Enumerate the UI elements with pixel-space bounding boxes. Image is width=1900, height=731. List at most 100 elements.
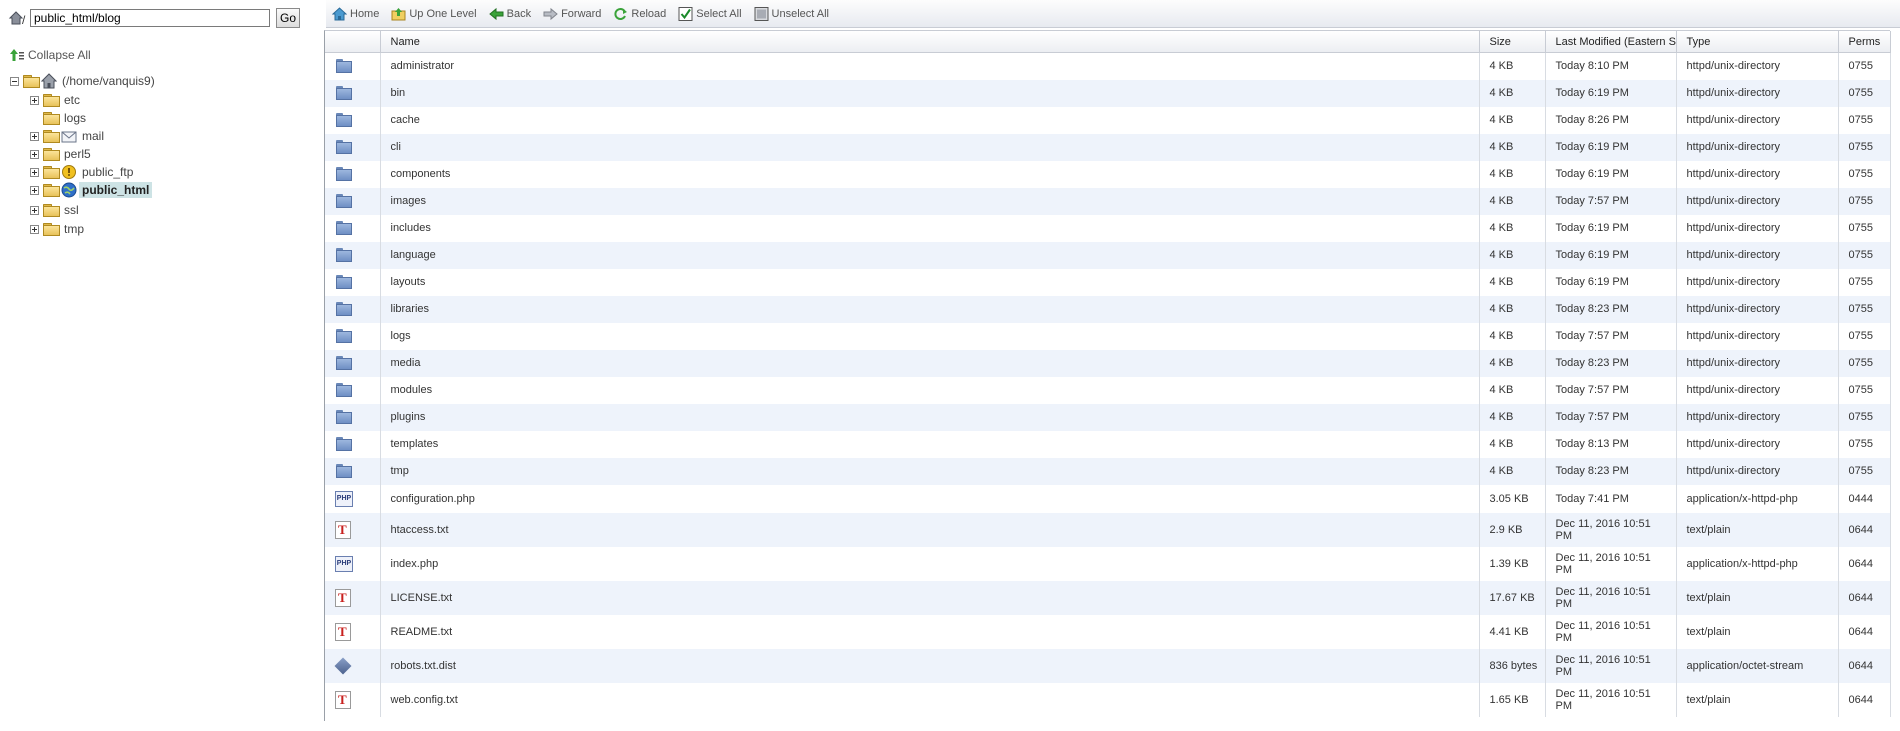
file-name[interactable]: README.txt bbox=[380, 614, 1480, 649]
file-perms[interactable]: 0755 bbox=[1838, 403, 1891, 431]
row-icon-cell[interactable]: PHP bbox=[325, 484, 381, 513]
table-row[interactable]: PHP index.php 1.39 KB Dec 11, 2016 10:51 PM… bbox=[325, 546, 1891, 581]
tree-item-perl5[interactable]: perl5 bbox=[30, 145, 94, 163]
file-name[interactable]: language bbox=[380, 241, 1480, 269]
column-header-name[interactable]: Name bbox=[380, 31, 1480, 53]
table-row[interactable]: cache 4 KB Today 8:26 PM httpd/unix-directo… bbox=[325, 106, 1891, 134]
table-row[interactable]: cli 4 KB Today 6:19 PM httpd/unix-directory… bbox=[325, 133, 1891, 161]
table-row[interactable]: includes 4 KB Today 6:19 PM httpd/unix-dire… bbox=[325, 214, 1891, 242]
unselect-all-button[interactable]: Unselect All bbox=[754, 6, 829, 21]
tree-item-public-ftp[interactable]: public_ftp bbox=[30, 163, 136, 181]
tree-root-label[interactable]: (/home/vanquis9) bbox=[59, 73, 158, 89]
column-header-size[interactable]: Size bbox=[1479, 31, 1546, 53]
row-icon-cell[interactable] bbox=[325, 241, 381, 269]
table-row[interactable]: LICENSE.txt17.67 KBDec 11, 2016 10:51 PM… bbox=[325, 580, 1891, 615]
row-icon-cell[interactable] bbox=[325, 682, 381, 717]
file-perms[interactable]: 0644 bbox=[1838, 580, 1891, 615]
file-name[interactable]: configuration.php bbox=[380, 484, 1480, 513]
home-button[interactable]: Home bbox=[331, 6, 379, 21]
tree-item-label[interactable]: tmp bbox=[61, 221, 87, 237]
file-name[interactable]: web.config.txt bbox=[380, 682, 1480, 717]
row-icon-cell[interactable] bbox=[325, 349, 381, 377]
file-name[interactable]: templates bbox=[380, 430, 1480, 458]
table-row[interactable]: language 4 KB Today 6:19 PM httpd/unix-dire… bbox=[325, 241, 1891, 269]
file-perms[interactable]: 0755 bbox=[1838, 241, 1891, 269]
table-row[interactable]: robots.txt.dist 836 bytes Dec 11, 2016 10:… bbox=[325, 648, 1891, 683]
row-icon-cell[interactable] bbox=[325, 457, 381, 485]
tree-item-label[interactable]: etc bbox=[61, 92, 83, 108]
tree-item-public-html[interactable]: public_html bbox=[30, 181, 153, 199]
expand-toggle[interactable] bbox=[30, 224, 39, 234]
tree-item-label[interactable]: public_html bbox=[79, 182, 153, 198]
row-icon-cell[interactable] bbox=[325, 106, 381, 134]
row-icon-cell[interactable] bbox=[325, 52, 381, 80]
tree-root[interactable]: (/home/vanquis9) bbox=[10, 72, 158, 90]
tree-item-label[interactable]: logs bbox=[61, 110, 89, 126]
table-row[interactable]: bin 4 KB Today 6:19 PM httpd/unix-directory… bbox=[325, 79, 1891, 107]
tree-item-ssl[interactable]: ssl bbox=[30, 201, 82, 219]
file-perms[interactable]: 0644 bbox=[1838, 682, 1891, 717]
table-row[interactable]: templates 4 KB Today 8:13 PM httpd/unix-dir… bbox=[325, 430, 1891, 458]
up-one-level-button[interactable]: Up One Level bbox=[391, 7, 477, 21]
file-perms[interactable]: 0755 bbox=[1838, 295, 1891, 323]
file-perms[interactable]: 0755 bbox=[1838, 349, 1891, 377]
file-name[interactable]: includes bbox=[380, 214, 1480, 242]
tree-item-tmp[interactable]: tmp bbox=[30, 220, 87, 238]
go-button[interactable]: Go bbox=[276, 8, 301, 28]
file-name[interactable]: LICENSE.txt bbox=[380, 580, 1480, 615]
table-row[interactable]: layouts 4 KB Today 6:19 PM httpd/unix-direc… bbox=[325, 268, 1891, 296]
expand-toggle[interactable] bbox=[30, 131, 39, 141]
row-icon-cell[interactable] bbox=[325, 268, 381, 296]
row-icon-cell[interactable] bbox=[325, 614, 381, 649]
file-name[interactable]: administrator bbox=[380, 52, 1480, 80]
collapse-all-button[interactable]: Collapse All bbox=[10, 48, 91, 62]
path-input[interactable] bbox=[30, 9, 270, 27]
file-perms[interactable]: 0755 bbox=[1838, 430, 1891, 458]
row-icon-cell[interactable] bbox=[325, 295, 381, 323]
column-header-modified[interactable]: Last Modified (Eastern S bbox=[1545, 31, 1677, 53]
file-perms[interactable]: 0644 bbox=[1838, 614, 1891, 649]
file-perms[interactable]: 0755 bbox=[1838, 376, 1891, 404]
column-header-perms[interactable]: Perms bbox=[1838, 31, 1891, 53]
file-perms[interactable]: 0444 bbox=[1838, 484, 1891, 513]
file-perms[interactable]: 0755 bbox=[1838, 52, 1891, 80]
file-name[interactable]: htaccess.txt bbox=[380, 512, 1480, 547]
table-row[interactable]: libraries 4 KB Today 8:23 PM httpd/unix-dir… bbox=[325, 295, 1891, 323]
table-row[interactable]: README.txt4.41 KBDec 11, 2016 10:51 PMte… bbox=[325, 614, 1891, 649]
tree-item-logs[interactable]: logs bbox=[30, 109, 89, 127]
row-icon-cell[interactable] bbox=[325, 648, 381, 683]
expand-toggle[interactable] bbox=[30, 185, 39, 195]
collapse-toggle[interactable] bbox=[10, 76, 19, 86]
table-row[interactable]: components 4 KB Today 6:19 PM httpd/unix-di… bbox=[325, 160, 1891, 188]
file-name[interactable]: index.php bbox=[380, 546, 1480, 581]
file-perms[interactable]: 0755 bbox=[1838, 457, 1891, 485]
row-icon-cell[interactable] bbox=[325, 580, 381, 615]
file-perms[interactable]: 0644 bbox=[1838, 546, 1891, 581]
file-name[interactable]: libraries bbox=[380, 295, 1480, 323]
column-header-icon[interactable] bbox=[325, 31, 381, 53]
row-icon-cell[interactable]: PHP bbox=[325, 546, 381, 581]
tree-item-label[interactable]: perl5 bbox=[61, 146, 94, 162]
file-name[interactable]: robots.txt.dist bbox=[380, 648, 1480, 683]
file-perms[interactable]: 0755 bbox=[1838, 187, 1891, 215]
column-header-type[interactable]: Type bbox=[1676, 31, 1839, 53]
file-name[interactable]: modules bbox=[380, 376, 1480, 404]
row-icon-cell[interactable] bbox=[325, 376, 381, 404]
table-row[interactable]: web.config.txt1.65 KBDec 11, 2016 10:51 … bbox=[325, 682, 1891, 717]
tree-item-label[interactable]: mail bbox=[79, 128, 107, 144]
table-row[interactable]: logs 4 KB Today 7:57 PM httpd/unix-director… bbox=[325, 322, 1891, 350]
row-icon-cell[interactable] bbox=[325, 403, 381, 431]
table-row[interactable]: images 4 KB Today 7:57 PM httpd/unix-direct… bbox=[325, 187, 1891, 215]
back-button[interactable]: Back bbox=[488, 7, 531, 21]
expand-toggle[interactable] bbox=[30, 149, 39, 159]
forward-button[interactable]: Forward bbox=[543, 7, 601, 21]
row-icon-cell[interactable] bbox=[325, 322, 381, 350]
table-row[interactable]: tmp 4 KB Today 8:23 PM httpd/unix-directory… bbox=[325, 457, 1891, 485]
table-row[interactable]: modules 4 KB Today 7:57 PM httpd/unix-direc… bbox=[325, 376, 1891, 404]
file-name[interactable]: tmp bbox=[380, 457, 1480, 485]
tree-item-mail[interactable]: mail bbox=[30, 127, 107, 145]
expand-toggle[interactable] bbox=[30, 205, 39, 215]
file-perms[interactable]: 0755 bbox=[1838, 322, 1891, 350]
table-row[interactable]: plugins 4 KB Today 7:57 PM httpd/unix-direc… bbox=[325, 403, 1891, 431]
file-perms[interactable]: 0755 bbox=[1838, 79, 1891, 107]
